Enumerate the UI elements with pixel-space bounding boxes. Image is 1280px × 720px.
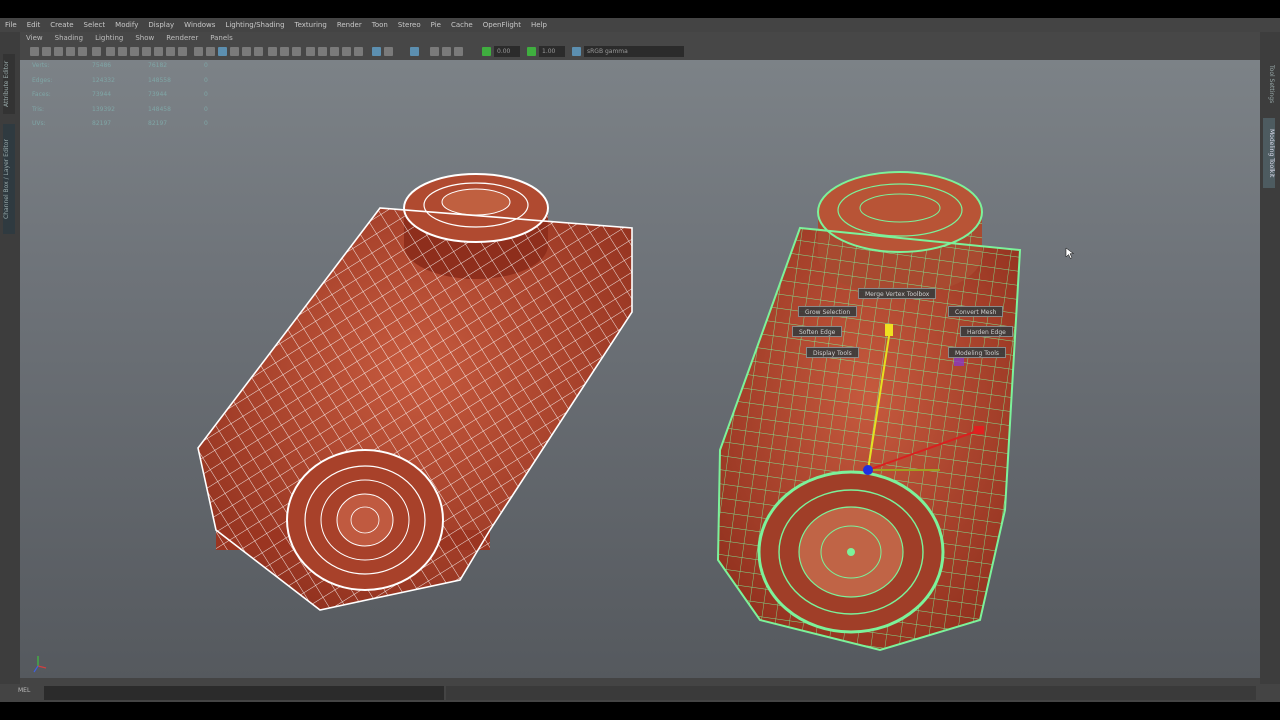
menu-modify[interactable]: Modify — [110, 21, 143, 29]
panel-menu-lighting[interactable]: Lighting — [89, 34, 129, 42]
menu-toon[interactable]: Toon — [367, 21, 393, 29]
xray-icon[interactable] — [330, 47, 339, 56]
safe-action-icon[interactable] — [166, 47, 175, 56]
grid-icon[interactable] — [106, 47, 115, 56]
film-gate-icon[interactable] — [118, 47, 127, 56]
anti-aliasing-icon[interactable] — [292, 47, 301, 56]
marking-menu-upper-left[interactable]: Grow Selection — [798, 306, 858, 317]
bookmark-icon[interactable] — [54, 47, 63, 56]
resolution-gate-icon[interactable] — [130, 47, 139, 56]
exposure-field[interactable]: 0.00 — [494, 46, 520, 57]
right-tab-strip: Tool Settings Modeling Toolkit — [1260, 32, 1280, 684]
2d-pan-icon[interactable] — [78, 47, 87, 56]
panel-menu-show[interactable]: Show — [129, 34, 160, 42]
menu-create[interactable]: Create — [45, 21, 78, 29]
marking-menu-top[interactable]: Merge Vertex Toolbox — [858, 288, 937, 299]
xray-components-icon[interactable] — [354, 47, 363, 56]
panel-menu-view[interactable]: View — [20, 34, 49, 42]
color-manage-icon[interactable] — [482, 47, 491, 56]
panel-menu-renderer[interactable]: Renderer — [160, 34, 204, 42]
isolate-select-icon[interactable] — [318, 47, 327, 56]
scene-canvas[interactable] — [20, 60, 1260, 678]
marking-menu-upper-right[interactable]: Convert Mesh — [948, 306, 1004, 317]
shadows-icon[interactable] — [254, 47, 263, 56]
mouse-cursor-icon — [1065, 247, 1075, 259]
frame-rate-icon[interactable] — [454, 47, 463, 56]
shaded-selected-icon[interactable] — [372, 47, 381, 56]
panel-menubar: View Shading Lighting Show Renderer Pane… — [20, 32, 1260, 44]
use-all-lights-icon[interactable] — [242, 47, 251, 56]
exposure-icon[interactable] — [410, 47, 419, 56]
safe-title-icon[interactable] — [178, 47, 187, 56]
grease-pencil-icon[interactable] — [92, 47, 101, 56]
menu-edit[interactable]: Edit — [22, 21, 46, 29]
perspective-viewport[interactable]: Verts: 75486 76182 0 Edges: 124332 14855… — [20, 60, 1260, 678]
menu-pie[interactable]: Pie — [426, 21, 446, 29]
menu-display[interactable]: Display — [143, 21, 179, 29]
gate-mask-icon[interactable] — [142, 47, 151, 56]
mel-label[interactable]: MEL — [18, 687, 30, 694]
menu-cache[interactable]: Cache — [446, 21, 478, 29]
panel-menu-panels[interactable]: Panels — [204, 34, 239, 42]
panel-toolbar: 0.00 1.00 sRGB gamma — [20, 44, 1260, 61]
panel-menu-shading[interactable]: Shading — [49, 34, 89, 42]
smooth-shade-icon[interactable] — [206, 47, 215, 56]
gamma-field[interactable]: 1.00 — [539, 46, 565, 57]
gamma-icon[interactable] — [527, 47, 536, 56]
maya-window: File Edit Create Select Modify Display W… — [0, 18, 1280, 702]
marking-menu-right[interactable]: Harden Edge — [960, 326, 1013, 337]
field-chart-icon[interactable] — [154, 47, 163, 56]
menu-file[interactable]: File — [0, 21, 22, 29]
right-camera-mesh[interactable] — [716, 171, 1022, 652]
backface-icon[interactable] — [384, 47, 393, 56]
menu-render[interactable]: Render — [332, 21, 367, 29]
tab-tool-settings[interactable]: Tool Settings — [1263, 54, 1275, 114]
menu-windows[interactable]: Windows — [179, 21, 220, 29]
menu-openflight[interactable]: OpenFlight — [478, 21, 526, 29]
menu-lighting-shading[interactable]: Lighting/Shading — [220, 21, 289, 29]
command-line: MEL — [0, 684, 1280, 702]
menu-stereo[interactable]: Stereo — [393, 21, 426, 29]
command-input[interactable] — [44, 686, 444, 700]
view-axis-icon — [33, 656, 47, 673]
polycount-icon[interactable] — [442, 47, 451, 56]
hud-icon[interactable] — [430, 47, 439, 56]
depth-of-field-icon[interactable] — [306, 47, 315, 56]
left-tab-strip: Attribute Editor Channel Box / Layer Edi… — [0, 32, 20, 684]
tab-modeling-toolkit[interactable]: Modeling Toolkit — [1263, 118, 1275, 188]
view-transform-icon[interactable] — [572, 47, 581, 56]
wireframe-icon[interactable] — [194, 47, 203, 56]
marking-menu-lower-right[interactable]: Modeling Tools — [948, 347, 1006, 358]
command-result — [446, 686, 1256, 700]
textured-icon[interactable] — [230, 47, 239, 56]
main-menubar: File Edit Create Select Modify Display W… — [0, 18, 1280, 32]
tab-channel-box[interactable]: Channel Box / Layer Editor — [3, 124, 15, 234]
camera-icon[interactable] — [30, 47, 39, 56]
motion-blur-icon[interactable] — [280, 47, 289, 56]
left-camera-mesh[interactable] — [197, 173, 633, 611]
lock-camera-icon[interactable] — [42, 47, 51, 56]
marking-menu-lower-left[interactable]: Display Tools — [806, 347, 859, 358]
color-space-dropdown[interactable]: sRGB gamma — [584, 46, 684, 57]
menu-help[interactable]: Help — [526, 21, 552, 29]
image-plane-icon[interactable] — [66, 47, 75, 56]
menu-texturing[interactable]: Texturing — [290, 21, 332, 29]
marking-menu-left[interactable]: Soften Edge — [792, 326, 843, 337]
tab-attribute-editor[interactable]: Attribute Editor — [3, 54, 15, 114]
ambient-occlusion-icon[interactable] — [268, 47, 277, 56]
wireframe-on-shaded-icon[interactable] — [218, 47, 227, 56]
menu-select[interactable]: Select — [79, 21, 111, 29]
xray-joints-icon[interactable] — [342, 47, 351, 56]
